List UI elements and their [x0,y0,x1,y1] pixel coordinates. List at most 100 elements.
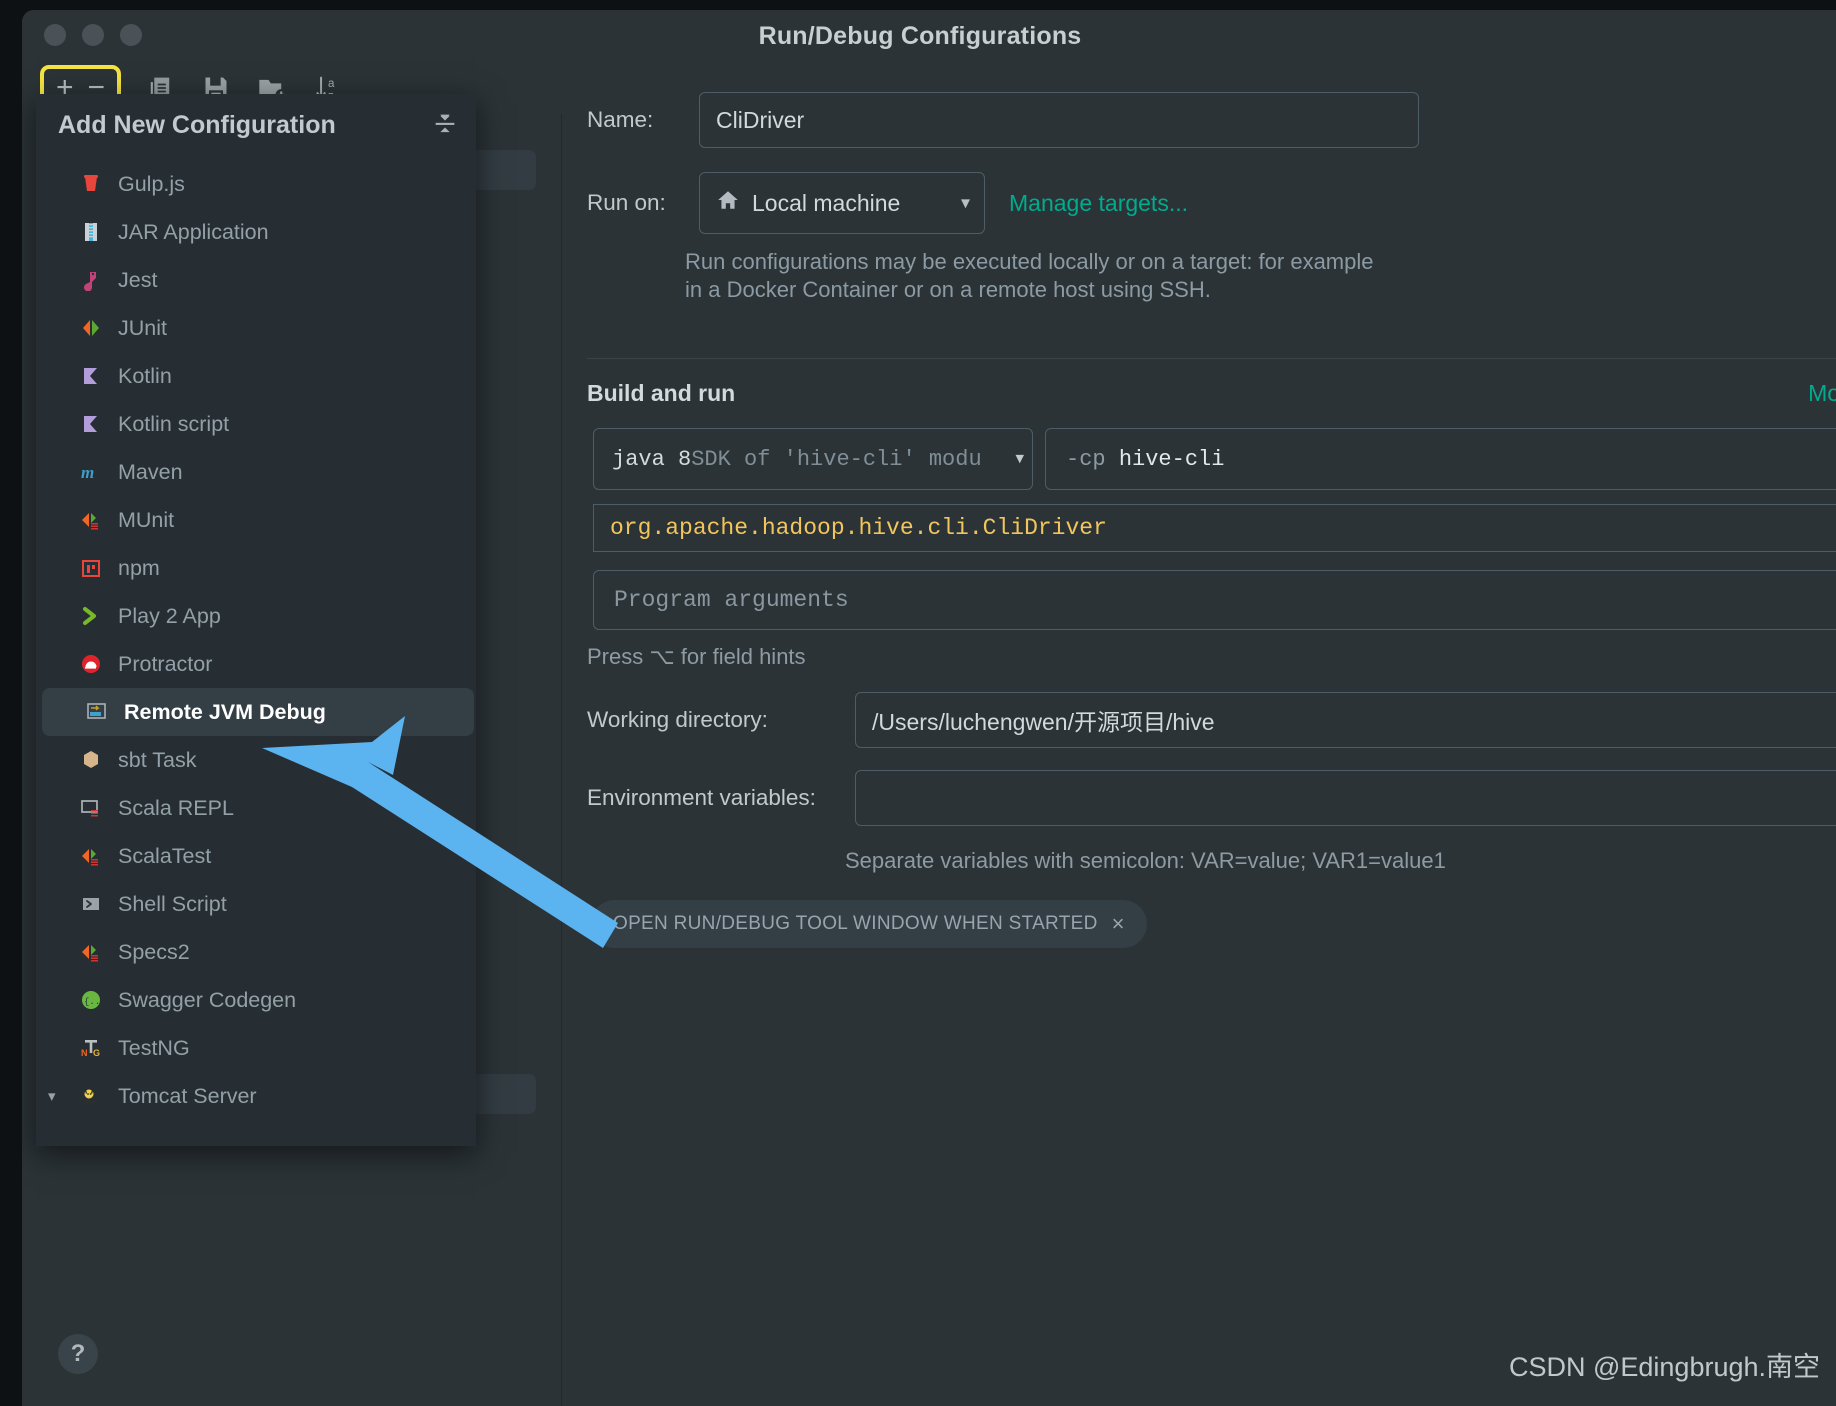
chevron-down-icon: ▾ [960,192,970,213]
popup-title: Add New Configuration [58,110,336,139]
close-window-button[interactable] [44,24,66,46]
scala-repl-icon [78,795,104,821]
sdk-name: java 8 [612,446,692,472]
list-item-maven[interactable]: ▾ m Maven [36,448,476,496]
list-item-label: Play 2 App [118,603,221,628]
list-item-jar-application[interactable]: ▾ JAR Application [36,208,476,256]
main-class-value: org.apache.hadoop.hive.cli.CliDriver [610,515,1107,541]
list-item-tomcat-server[interactable]: ▾ Tomcat Server [36,1072,476,1120]
list-item-shell-script[interactable]: ▾ Shell Script [36,880,476,928]
run-on-target-select[interactable]: Local machine ▾ [699,172,985,234]
configuration-form-pane: Name: Store Run on: Local machine ▾ Mana… [563,62,1836,1406]
list-item-label: Kotlin [118,363,172,388]
working-directory-input[interactable] [855,692,1836,748]
gulp-icon [78,171,104,197]
list-item-sbt-task[interactable]: ▾ sbt Task [36,736,476,784]
environment-variables-label: Environment variables: [587,785,816,810]
maven-icon: m [78,459,104,485]
list-item-munit[interactable]: ▾ MUnit [36,496,476,544]
list-item-label: ScalaTest [118,843,212,868]
jre-sdk-select[interactable]: java 8 SDK of 'hive-cli' modu ▾ [593,428,1033,490]
list-item-label: sbt Task [118,747,197,772]
manage-targets-link[interactable]: Manage targets... [1009,190,1188,217]
list-item-junit[interactable]: ▾ JUnit [36,304,476,352]
kotlin-icon [78,363,104,389]
name-input[interactable] [699,92,1419,148]
build-and-run-section-title: Build and run [587,380,736,406]
configuration-type-list[interactable]: ▾ Gulp.js ▾ JAR Application ▾ [36,156,476,1120]
working-directory-label: Working directory: [587,707,768,732]
list-item-scalatest[interactable]: ▾ ScalaTest [36,832,476,880]
list-item-label: Scala REPL [118,795,234,820]
maximize-window-button[interactable] [120,24,142,46]
name-label: Name: [587,107,654,132]
svg-text:{..}: {..} [84,997,102,1007]
svg-text:m: m [81,463,94,482]
list-item-jest[interactable]: ▾ Jest [36,256,476,304]
list-item-scala-repl[interactable]: ▾ Scala REPL [36,784,476,832]
screenshot-root: Run/Debug Configurations + − a Add New C… [0,0,1836,1406]
modify-options-link[interactable]: Modi [1808,380,1836,407]
name-row: Name: [587,92,1419,148]
list-item-label: JAR Application [118,219,269,244]
tomcat-icon [78,1083,104,1109]
window-titlebar: Run/Debug Configurations [22,10,1836,62]
working-directory-row: Working directory: [587,692,1836,748]
list-item-label: npm [118,555,160,580]
run-on-hint-text: Run configurations may be executed local… [685,249,1374,302]
list-item-label: Remote JVM Debug [124,699,326,724]
classpath-module-field[interactable]: -cp hive-cli [1045,428,1836,490]
run-on-target-value: Local machine [752,189,901,216]
list-item-label: Shell Script [118,891,227,916]
list-item-label: JUnit [118,315,167,340]
chevron-down-icon: ▾ [1015,450,1024,470]
list-item-testng[interactable]: ▾ NG TestNG [36,1024,476,1072]
run-debug-configurations-window: Run/Debug Configurations + − a Add New C… [22,10,1836,1406]
svg-text:G: G [93,1048,100,1058]
list-item-label: Protractor [118,651,213,676]
help-button[interactable]: ? [58,1334,98,1374]
munit-icon [78,507,104,533]
list-item-play-2-app[interactable]: ▾ Play 2 App [36,592,476,640]
svg-text:a: a [328,78,335,90]
main-class-input[interactable]: org.apache.hadoop.hive.cli.CliDriver [593,504,1836,552]
run-on-row: Run on: Local machine ▾ Manage targets..… [587,172,1188,234]
sbt-icon [78,747,104,773]
list-item-remote-jvm-debug[interactable]: ▾ Remote JVM Debug [42,688,474,736]
list-item-gulp-js[interactable]: ▾ Gulp.js [36,160,476,208]
classpath-module-value: hive-cli [1118,446,1225,472]
environment-variables-input[interactable] [855,770,1836,826]
list-item-label: TestNG [118,1035,190,1060]
minimize-window-button[interactable] [82,24,104,46]
shell-script-icon [78,891,104,917]
testng-icon: NG [78,1035,104,1061]
section-divider [587,358,1836,359]
swagger-icon: {..} [78,987,104,1013]
protractor-icon [78,651,104,677]
open-tool-window-chip-label: OPEN RUN/DEBUG TOOL WINDOW WHEN STARTED [613,913,1098,934]
list-item-swagger-codegen[interactable]: ▾ {..} Swagger Codegen [36,976,476,1024]
list-item-label: Maven [118,459,183,484]
list-item-specs2[interactable]: ▾ Specs2 [36,928,476,976]
list-item-npm[interactable]: ▾ npm [36,544,476,592]
chevron-down-icon[interactable]: ▾ [48,1087,68,1105]
specs2-icon [78,939,104,965]
watermark-text: CSDN @Edingbrugh.南空 [1508,1352,1820,1382]
popup-header: Add New Configuration [36,94,476,156]
list-item-kotlin-script[interactable]: ▾ Kotlin script [36,400,476,448]
collapse-all-icon[interactable] [432,110,458,138]
sdk-module-suffix: SDK of 'hive-cli' modu [691,446,982,472]
junit-icon [78,315,104,341]
window-traffic-lights[interactable] [44,24,142,46]
list-item-kotlin[interactable]: ▾ Kotlin [36,352,476,400]
list-item-label: MUnit [118,507,175,532]
list-item-protractor[interactable]: ▾ Protractor [36,640,476,688]
program-arguments-input[interactable]: Program arguments [593,570,1836,630]
window-title: Run/Debug Configurations [758,21,1082,50]
list-item-label: Tomcat Server [118,1083,257,1108]
play2-icon [78,603,104,629]
run-on-label: Run on: [587,190,666,215]
open-tool-window-chip[interactable]: OPEN RUN/DEBUG TOOL WINDOW WHEN STARTED … [591,900,1147,948]
close-icon[interactable]: × [1112,911,1125,937]
field-hints-text: Press ⌥ for field hints [587,644,806,669]
